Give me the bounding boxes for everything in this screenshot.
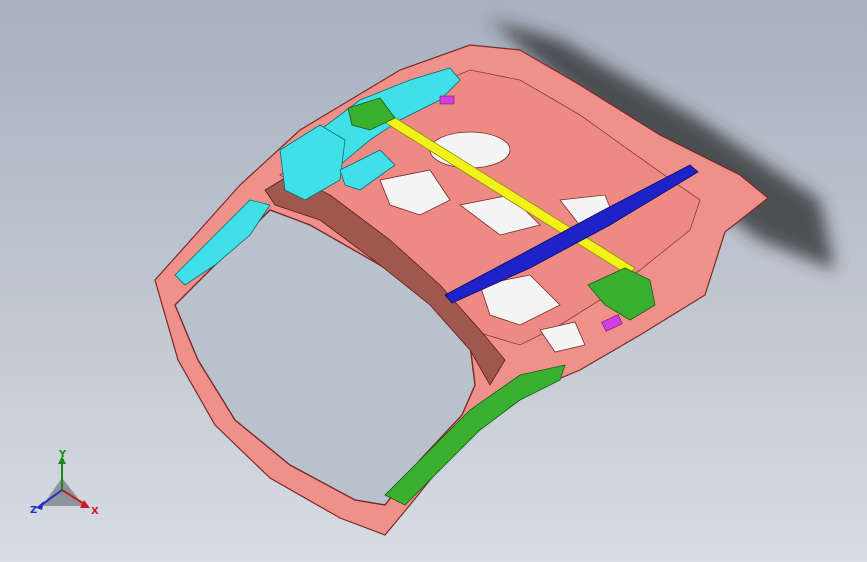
magenta-clip (439, 95, 455, 105)
coordinate-triad-icon (36, 456, 90, 510)
triad-y-label: Y (59, 449, 67, 460)
model-canvas[interactable] (0, 0, 867, 562)
cad-viewport[interactable]: Y X Z (0, 0, 867, 562)
triad-x-label: X (91, 506, 99, 517)
triad-z-label: Z (30, 505, 38, 516)
